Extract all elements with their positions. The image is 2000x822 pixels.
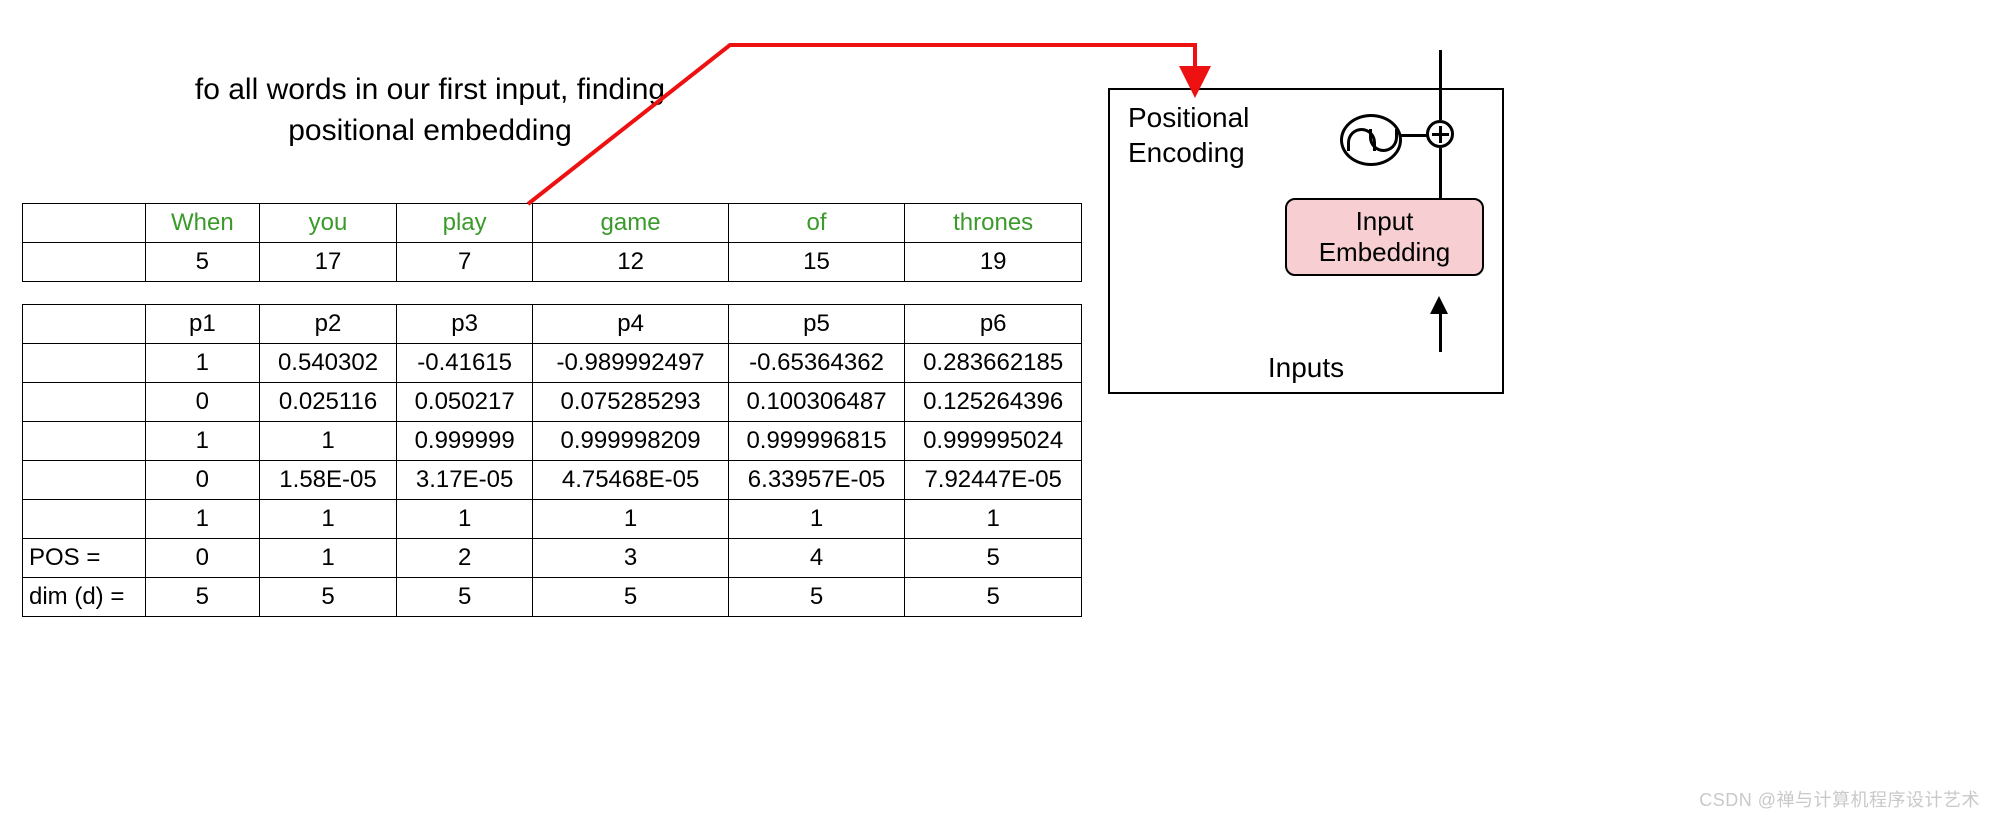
pos-cell: 1 — [260, 539, 397, 578]
val-cell: 1 — [145, 422, 260, 461]
p-label-cell: p2 — [260, 305, 397, 344]
pos-cell: 3 — [533, 539, 728, 578]
val-cell: 0.025116 — [260, 383, 397, 422]
row-label-pos: POS = — [23, 539, 146, 578]
dim-cell: 5 — [260, 578, 397, 617]
add-node-icon — [1426, 120, 1454, 148]
table-row-pos: POS = 0 1 2 3 4 5 — [23, 539, 1082, 578]
row-label-empty — [23, 383, 146, 422]
val-cell: 1 — [260, 500, 397, 539]
caption: fo all words in our first input, finding… — [80, 70, 780, 151]
val-cell: 1 — [260, 422, 397, 461]
word-cell: game — [533, 204, 728, 243]
val-cell: 0.540302 — [260, 344, 397, 383]
row-label-empty — [23, 500, 146, 539]
dim-cell: 5 — [533, 578, 728, 617]
table-row-ids: 5 17 7 12 15 19 — [23, 243, 1082, 282]
embed-line1: Input — [1287, 206, 1482, 237]
val-cell: 0.999998209 — [533, 422, 728, 461]
pe-label-line1: Positional — [1128, 102, 1249, 133]
pos-cell: 0 — [145, 539, 260, 578]
val-cell: -0.65364362 — [728, 344, 905, 383]
val-cell: 3.17E-05 — [396, 461, 533, 500]
val-cell: 0.999999 — [396, 422, 533, 461]
input-embedding-box: Input Embedding — [1285, 198, 1484, 276]
pos-cell: 5 — [905, 539, 1082, 578]
table-row: 0 1.58E-05 3.17E-05 4.75468E-05 6.33957E… — [23, 461, 1082, 500]
val-cell: 0.050217 — [396, 383, 533, 422]
table-row: 1 0.540302 -0.41615 -0.989992497 -0.6536… — [23, 344, 1082, 383]
watermark: CSDN @禅与计算机程序设计艺术 — [1699, 786, 1980, 812]
transformer-block-diagram: Positional Encoding Input Embedding Inpu… — [1108, 88, 1504, 394]
p-label-cell: p3 — [396, 305, 533, 344]
val-cell: 1 — [728, 500, 905, 539]
flow-line — [1439, 148, 1442, 200]
flow-line — [1439, 308, 1442, 352]
table-row: 1 1 1 1 1 1 — [23, 500, 1082, 539]
val-cell: 7.92447E-05 — [905, 461, 1082, 500]
id-cell: 12 — [533, 243, 728, 282]
row-label-empty — [23, 243, 146, 282]
val-cell: 1.58E-05 — [260, 461, 397, 500]
val-cell: 1 — [145, 500, 260, 539]
word-cell: When — [145, 204, 260, 243]
row-label-empty — [23, 305, 146, 344]
word-cell: thrones — [905, 204, 1082, 243]
table-row-plabels: p1 p2 p3 p4 p5 p6 — [23, 305, 1082, 344]
word-cell: you — [260, 204, 397, 243]
val-cell: 1 — [905, 500, 1082, 539]
caption-line1: fo all words in our first input, finding — [195, 73, 665, 106]
val-cell: 0 — [145, 383, 260, 422]
table-row-words: When you play game of thrones — [23, 204, 1082, 243]
p-label-cell: p4 — [533, 305, 728, 344]
p-label-cell: p5 — [728, 305, 905, 344]
val-cell: 1 — [396, 500, 533, 539]
sine-wave-icon — [1340, 114, 1402, 166]
embed-line2: Embedding — [1287, 237, 1482, 268]
val-cell: -0.41615 — [396, 344, 533, 383]
table-row: 0 0.025116 0.050217 0.075285293 0.100306… — [23, 383, 1082, 422]
p-label-cell: p6 — [905, 305, 1082, 344]
spacer-row — [23, 282, 1082, 305]
val-cell: 6.33957E-05 — [728, 461, 905, 500]
inputs-label: Inputs — [1110, 352, 1502, 384]
row-label-empty — [23, 461, 146, 500]
pos-cell: 2 — [396, 539, 533, 578]
caption-line2: positional embedding — [288, 114, 572, 147]
val-cell: 0.125264396 — [905, 383, 1082, 422]
word-cell: play — [396, 204, 533, 243]
id-cell: 5 — [145, 243, 260, 282]
val-cell: -0.989992497 — [533, 344, 728, 383]
flow-line — [1439, 50, 1442, 120]
val-cell: 1 — [145, 344, 260, 383]
pe-label-line2: Encoding — [1128, 137, 1245, 168]
id-cell: 19 — [905, 243, 1082, 282]
dim-cell: 5 — [905, 578, 1082, 617]
table-row: 1 1 0.999999 0.999998209 0.999996815 0.9… — [23, 422, 1082, 461]
dim-cell: 5 — [728, 578, 905, 617]
row-label-empty — [23, 204, 146, 243]
id-cell: 15 — [728, 243, 905, 282]
val-cell: 4.75468E-05 — [533, 461, 728, 500]
positional-encoding-label: Positional Encoding — [1128, 100, 1249, 170]
p-label-cell: p1 — [145, 305, 260, 344]
val-cell: 0.075285293 — [533, 383, 728, 422]
id-cell: 17 — [260, 243, 397, 282]
positional-embedding-table: When you play game of thrones 5 17 7 12 … — [22, 203, 1082, 617]
val-cell: 1 — [533, 500, 728, 539]
dim-cell: 5 — [145, 578, 260, 617]
val-cell: 0.999995024 — [905, 422, 1082, 461]
row-label-dim: dim (d) = — [23, 578, 146, 617]
val-cell: 0.283662185 — [905, 344, 1082, 383]
row-label-empty — [23, 422, 146, 461]
table-row-dim: dim (d) = 5 5 5 5 5 5 — [23, 578, 1082, 617]
pos-cell: 4 — [728, 539, 905, 578]
val-cell: 0.999996815 — [728, 422, 905, 461]
dim-cell: 5 — [396, 578, 533, 617]
word-cell: of — [728, 204, 905, 243]
id-cell: 7 — [396, 243, 533, 282]
val-cell: 0 — [145, 461, 260, 500]
val-cell: 0.100306487 — [728, 383, 905, 422]
row-label-empty — [23, 344, 146, 383]
